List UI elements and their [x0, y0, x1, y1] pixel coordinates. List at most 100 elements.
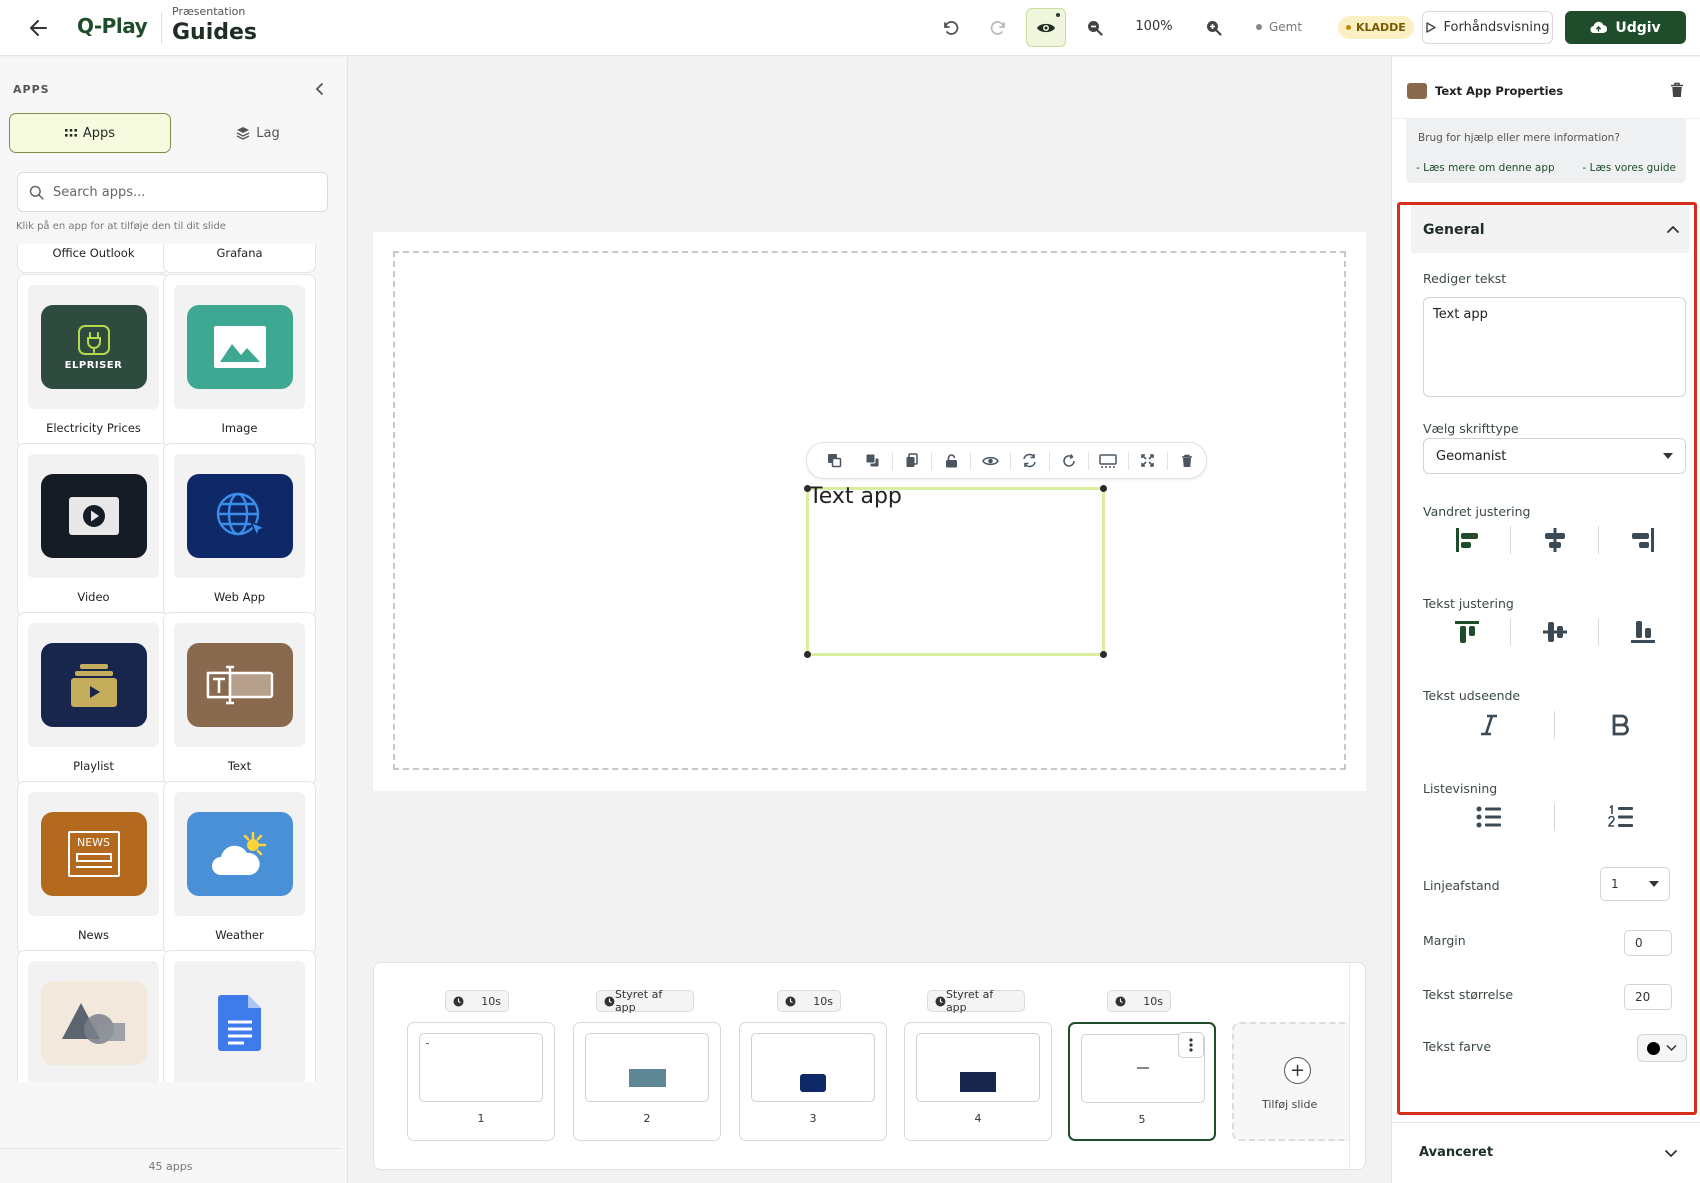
- italic-button[interactable]: [1423, 705, 1554, 745]
- slide-duration[interactable]: 10s: [445, 990, 509, 1012]
- bold-button[interactable]: [1555, 705, 1686, 745]
- rotate-button[interactable]: [1050, 446, 1088, 476]
- app-card-grafana[interactable]: Grafana: [163, 244, 316, 273]
- undo-button[interactable]: [937, 16, 963, 40]
- app-card-weather[interactable]: Weather: [163, 781, 316, 955]
- slide-duration[interactable]: 10s: [1107, 990, 1171, 1012]
- bullet-list-button[interactable]: [1423, 797, 1554, 837]
- delete-app-button[interactable]: [1670, 81, 1688, 99]
- add-slide-button[interactable]: + Tilføj slide: [1232, 1022, 1350, 1141]
- app-thumb: [28, 454, 159, 578]
- slide-duration-text: 10s: [813, 994, 833, 1008]
- visibility-button[interactable]: [971, 446, 1009, 476]
- slide-duration[interactable]: Styret af app: [596, 988, 694, 1014]
- numbered-list-button[interactable]: [1555, 797, 1686, 837]
- google-docs-icon: [186, 981, 293, 1065]
- apps-grid: Office Outlook Grafana ELPRISER Electric…: [8, 244, 340, 1082]
- list-group: [1423, 797, 1686, 837]
- preview-playlist-icon: [960, 1072, 996, 1092]
- align-middle-icon: [1542, 622, 1567, 642]
- general-section-header[interactable]: General: [1411, 205, 1689, 253]
- slide-duration[interactable]: Styret af app: [927, 988, 1025, 1014]
- app-card-google-docs[interactable]: [163, 950, 316, 1082]
- edit-text-input[interactable]: Text app: [1423, 297, 1686, 397]
- app-card-video[interactable]: Video: [17, 443, 170, 617]
- font-select[interactable]: Geomanist: [1423, 438, 1686, 474]
- tab-apps[interactable]: Apps: [9, 113, 171, 153]
- advanced-section-header[interactable]: Avanceret: [1392, 1122, 1700, 1182]
- align-center-button[interactable]: [1511, 520, 1598, 560]
- app-card-label: Weather: [215, 928, 264, 942]
- redo-button[interactable]: [986, 16, 1012, 40]
- resize-handle[interactable]: [804, 651, 811, 658]
- align-top-button[interactable]: [1423, 612, 1510, 652]
- chevron-down-icon: [1666, 1044, 1677, 1052]
- delete-element-button[interactable]: [1168, 446, 1206, 476]
- h-align-group: [1423, 520, 1686, 560]
- preview-button[interactable]: Forhåndsvisning: [1422, 11, 1553, 44]
- tab-layers[interactable]: Lag: [178, 113, 338, 153]
- divider: [0, 1148, 341, 1149]
- clock-icon: [604, 996, 615, 1006]
- app-card-text[interactable]: Text: [163, 612, 316, 786]
- margin-input[interactable]: 0: [1624, 930, 1672, 956]
- app-card-shapes[interactable]: [17, 950, 170, 1082]
- zoom-in-button[interactable]: [1201, 16, 1227, 40]
- slide-canvas[interactable]: Text app: [373, 232, 1366, 791]
- help-link-guide[interactable]: - Læs vores guide: [1583, 162, 1676, 174]
- publish-button[interactable]: Udgiv: [1565, 11, 1686, 44]
- app-card-web-app[interactable]: Web App: [163, 443, 316, 617]
- plus-icon: +: [1284, 1057, 1311, 1084]
- resize-handle[interactable]: [1100, 485, 1107, 492]
- elpriser-text: ELPRISER: [64, 359, 123, 371]
- align-bottom-icon: [1630, 621, 1655, 643]
- italic-icon: [1480, 714, 1497, 736]
- slide-menu-button[interactable]: [1178, 1032, 1204, 1058]
- align-left-button[interactable]: [1423, 520, 1510, 560]
- plug-icon: [77, 324, 110, 355]
- breadcrumb[interactable]: Præsentation: [172, 5, 245, 18]
- fit-screen-button[interactable]: [1089, 446, 1127, 476]
- send-backward-button[interactable]: [853, 446, 891, 476]
- app-card-playlist[interactable]: Playlist: [17, 612, 170, 786]
- preview-toggle-button[interactable]: [1026, 8, 1066, 47]
- line-spacing-select[interactable]: 1: [1600, 867, 1670, 901]
- resize-handle[interactable]: [1100, 651, 1107, 658]
- search-input[interactable]: [53, 184, 313, 200]
- align-middle-button[interactable]: [1511, 612, 1598, 652]
- collapse-panel-button[interactable]: [312, 81, 328, 97]
- slide-duration[interactable]: 10s: [777, 990, 841, 1012]
- align-right-button[interactable]: [1599, 520, 1686, 560]
- refresh-button[interactable]: [1011, 446, 1049, 476]
- font-select-value: Geomanist: [1436, 448, 1507, 464]
- zoom-out-button[interactable]: [1082, 16, 1108, 40]
- app-thumb: [174, 454, 305, 578]
- picture-icon: [213, 326, 266, 368]
- fullscreen-button[interactable]: [1128, 446, 1166, 476]
- slide-thumb-4[interactable]: 4: [904, 1022, 1052, 1141]
- text-color-label: Tekst farve: [1423, 1039, 1492, 1054]
- text-color-picker[interactable]: [1637, 1034, 1687, 1062]
- resize-handle[interactable]: [804, 485, 811, 492]
- bring-forward-button[interactable]: [815, 446, 853, 476]
- appearance-group: [1423, 705, 1686, 745]
- duplicate-button[interactable]: [893, 446, 931, 476]
- slide-thumb-2[interactable]: 2: [573, 1022, 721, 1141]
- app-card-image[interactable]: Image: [163, 274, 316, 448]
- preview-image: [629, 1069, 666, 1087]
- slide-thumb-1[interactable]: 1: [407, 1022, 555, 1141]
- app-card-office-outlook[interactable]: Office Outlook: [17, 244, 170, 273]
- line-spacing-label: Linjeafstand: [1423, 878, 1500, 893]
- back-button[interactable]: [26, 16, 52, 40]
- help-link-app[interactable]: - Læs mere om denne app: [1416, 162, 1555, 174]
- text-size-input[interactable]: 20: [1624, 984, 1672, 1010]
- trash-icon: [1181, 454, 1192, 467]
- document-icon: [217, 995, 261, 1051]
- slide-thumb-3[interactable]: 3: [739, 1022, 887, 1141]
- align-bottom-button[interactable]: [1599, 612, 1686, 652]
- slide-thumb-5[interactable]: 5: [1068, 1022, 1216, 1141]
- text-element[interactable]: Text app: [804, 484, 1107, 658]
- app-card-electricity-prices[interactable]: ELPRISER Electricity Prices: [17, 274, 170, 448]
- app-card-news[interactable]: NEWS News: [17, 781, 170, 955]
- lock-button[interactable]: [932, 446, 970, 476]
